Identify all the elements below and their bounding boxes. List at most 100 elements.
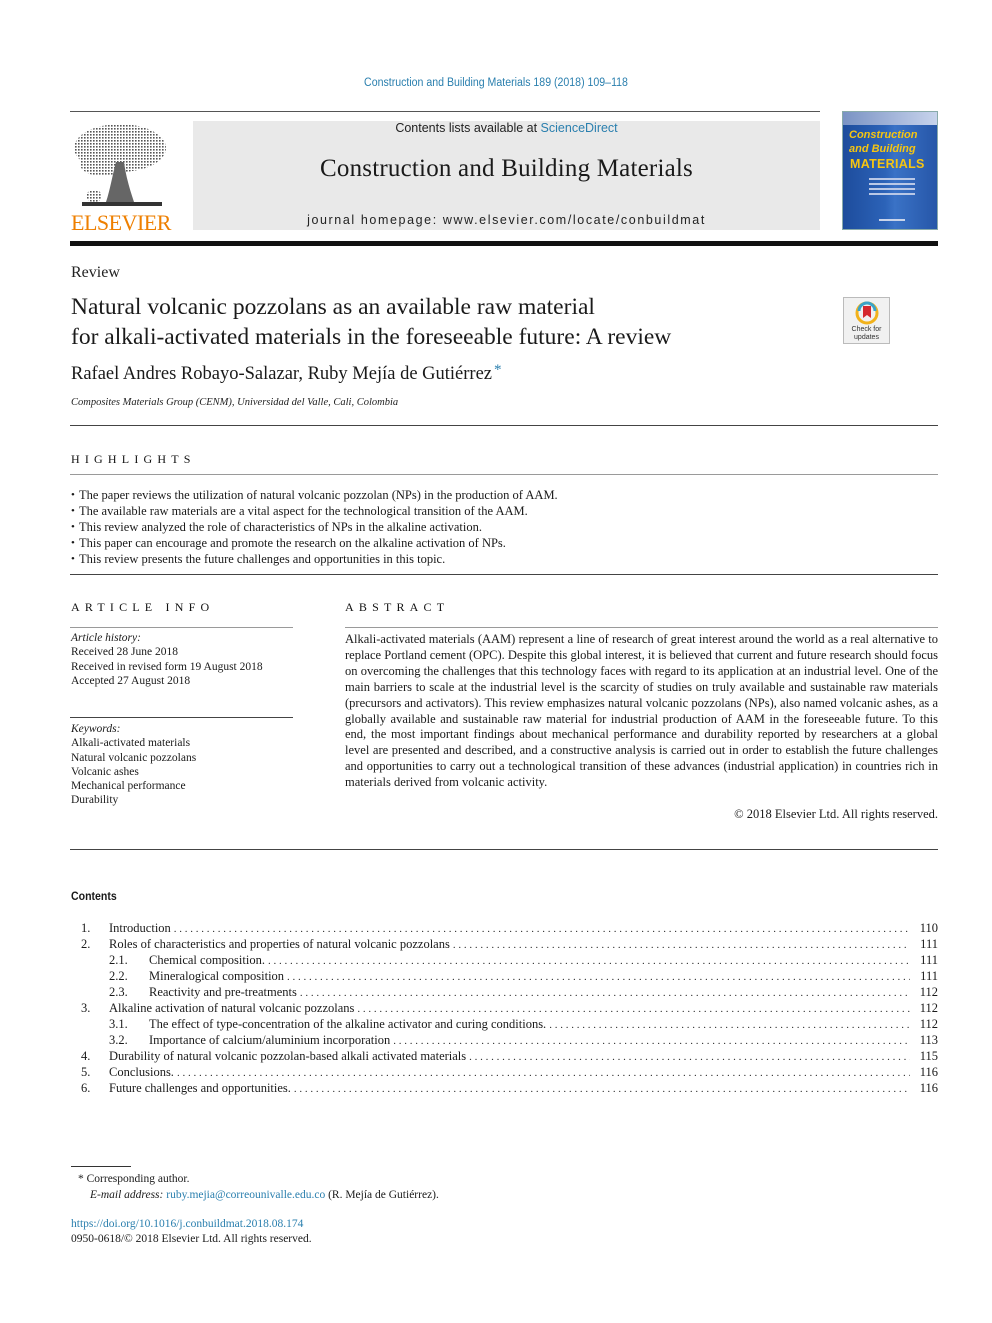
toc-title[interactable]: Importance of calcium/aluminium incorpor… [149,1032,394,1048]
journal-homepage[interactable]: journal homepage: www.elsevier.com/locat… [193,213,820,227]
keywords-label: Keywords: [71,723,121,735]
elsevier-wordmark: ELSEVIER [71,210,171,235]
article-history-label: Article history: [71,632,141,644]
email-owner: (R. Mejía de Gutiérrez). [328,1189,439,1201]
check-updates-line1: Check for [851,326,882,333]
toc-entry[interactable]: 5. Conclusions. 116 [71,1064,938,1080]
toc-number: 4. [81,1049,91,1063]
cover-title-line2: and Building [849,143,916,155]
footnote: * Corresponding author. E-mail address: … [78,1171,439,1203]
toc-leader-dots [268,953,910,969]
corresponding-author-note: * Corresponding author. [78,1171,439,1187]
elsevier-tree-icon [74,124,166,206]
toc-number: 3.2. [109,1033,128,1047]
elsevier-logo[interactable]: ELSEVIER [70,120,172,235]
history-accepted: Accepted 27 August 2018 [71,674,191,687]
article-title-line2: for alkali-activated materials in the fo… [71,324,672,350]
article-type: Review [71,264,120,281]
history-revised: Received in revised form 19 August 2018 [71,660,263,673]
cover-footer-line [879,219,905,221]
check-updates-label: Check for updates [844,326,889,342]
email-label: E-mail address: [90,1189,164,1201]
toc-page-number: 115 [919,1049,938,1063]
highlights-list: The paper reviews the utilization of nat… [71,487,931,567]
toc-entry[interactable]: 3. Alkaline activation of natural volcani… [71,1000,938,1016]
toc-title[interactable]: Conclusions. [109,1064,177,1080]
toc-number: 2.2. [109,969,128,983]
toc-entry[interactable]: 2.1. Chemical composition. 111 [71,952,938,968]
toc-leader-dots [174,921,910,937]
toc-leader-dots [393,1033,910,1049]
abstract-text: Alkali-activated materials (AAM) represe… [345,632,938,790]
toc-title[interactable]: Future challenges and opportunities. [109,1080,294,1096]
toc-title[interactable]: Roles of characteristics and properties … [109,936,453,952]
toc-title[interactable]: Introduction [109,920,174,936]
check-for-updates-button[interactable]: Check for updates [843,297,890,344]
toc-entry[interactable]: 3.2. Importance of calcium/aluminium inco… [71,1032,938,1048]
check-updates-icon [855,301,879,325]
toc-entry[interactable]: 3.1. The effect of type-concentration of … [71,1016,938,1032]
toc-title[interactable]: Durability of natural volcanic pozzolan-… [109,1048,470,1064]
check-updates-line2: updates [854,334,879,341]
journal-reference[interactable]: Construction and Building Materials 189 … [40,77,953,89]
highlight-item: This review analyzed the role of charact… [71,519,931,535]
author-list: Rafael Andres Robayo-Salazar, Ruby Mejía… [71,362,502,385]
keyword: Alkali-activated materials [71,737,191,750]
authors-text: Rafael Andres Robayo-Salazar, Ruby Mejía… [71,364,493,384]
toc-page-number: 113 [919,1033,938,1047]
toc-entry[interactable]: 2. Roles of characteristics and propertie… [71,936,938,952]
toc-title[interactable]: Mineralogical composition [149,968,288,984]
toc-page-number: 111 [920,937,938,951]
article-info-heading: ARTICLE INFO [71,600,215,614]
toc-title[interactable]: Reactivity and pre-treatments [149,984,300,1000]
toc-number: 2.1. [109,953,128,967]
toc-number: 2.3. [109,985,128,999]
divider [70,717,293,718]
toc-entry[interactable]: 2.3. Reactivity and pre-treatments 112 [71,984,938,1000]
footnote-rule [71,1166,131,1167]
divider [70,627,293,628]
toc-page-number: 112 [919,1001,938,1015]
toc-entry[interactable]: 6. Future challenges and opportunities. 11… [71,1080,938,1096]
article-history: Article history: Received 28 June 2018 R… [71,631,293,688]
divider [70,474,938,475]
toc-leader-dots [177,1065,910,1081]
keyword: Natural volcanic pozzolans [71,751,197,764]
highlight-item: The paper reviews the utilization of nat… [71,487,931,503]
toc-entry[interactable]: 2.2. Mineralogical composition 111 [71,968,938,984]
toc-title[interactable]: Chemical composition. [149,952,268,968]
toc-page-number: 110 [919,921,938,935]
toc-entry[interactable]: 1. Introduction 110 [71,920,938,936]
corresponding-author-marker[interactable]: * [494,362,502,378]
toc-number: 1. [81,921,91,935]
journal-title: Construction and Building Materials [320,155,693,182]
sciencedirect-link[interactable]: ScienceDirect [541,121,618,135]
toc-page-number: 111 [920,953,938,967]
toc-leader-dots [357,1001,910,1017]
keyword: Mechanical performance [71,780,186,793]
doi-link[interactable]: https://doi.org/10.1016/j.conbuildmat.20… [71,1218,303,1230]
cover-subtitle-lines [869,178,915,198]
toc-entry[interactable]: 4. Durability of natural volcanic pozzola… [71,1048,938,1064]
toc-leader-dots [300,985,910,1001]
toc-leader-dots [549,1017,910,1033]
toc-number: 3.1. [109,1017,128,1031]
affiliation: Composites Materials Group (CENM), Unive… [71,397,399,408]
footnote-marker: * [78,1173,84,1185]
toc-page-number: 112 [919,1017,938,1031]
divider [70,574,938,575]
issn-copyright: 0950-0618/© 2018 Elsevier Ltd. All right… [71,1233,312,1245]
toc-title[interactable]: The effect of type-concentration of the … [149,1016,550,1032]
cover-title-line1: Construction [849,129,918,141]
email-link[interactable]: ruby.mejia@correounivalle.edu.co [166,1189,325,1201]
toc-number: 2. [81,937,91,951]
highlight-item: This review presents the future challeng… [71,551,931,567]
toc-title[interactable]: Alkaline activation of natural volcanic … [109,1000,358,1016]
highlight-item: The available raw materials are a vital … [71,503,931,519]
corresponding-author-label: Corresponding author. [86,1173,190,1185]
contents-availability: Contents lists available at ScienceDirec… [193,121,820,135]
table-of-contents: 1. Introduction 110 2. Roles of characterist… [71,920,938,1096]
cover-title: Construction and Building [849,128,917,156]
journal-cover[interactable]: Construction and Building MATERIALS [842,111,938,230]
masthead-thick-rule [70,241,938,246]
